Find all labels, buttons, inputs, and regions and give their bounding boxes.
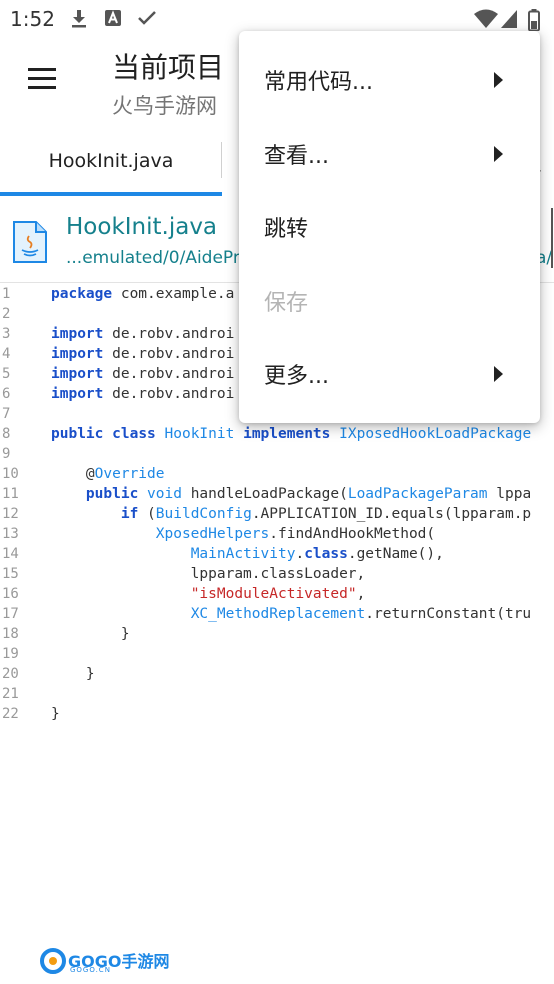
line-number: 4	[2, 346, 11, 362]
wifi-icon	[474, 9, 498, 28]
menu-item-save: 保存	[239, 265, 540, 337]
code-text: import de.robv.androi	[51, 366, 235, 382]
line-number: 15	[2, 566, 19, 582]
line-number: 19	[2, 646, 19, 662]
line-number: 6	[2, 386, 11, 402]
code-text: if (BuildConfig.APPLICATION_ID.equals(lp…	[120, 506, 532, 522]
tab-indicator	[0, 192, 222, 196]
line-number: 2	[2, 306, 11, 322]
line-number: 16	[2, 586, 19, 602]
submenu-arrow-icon	[494, 366, 503, 382]
overflow-popup-menu: 常用代码... 查看... 跳转 保存 更多...	[239, 31, 540, 423]
watermark-subtext: GOGO.CN	[70, 966, 111, 974]
line-number: 22	[2, 706, 19, 722]
line-number: 1	[2, 286, 11, 302]
download-icon	[72, 10, 86, 28]
code-text: }	[51, 666, 95, 682]
line-number: 10	[2, 466, 19, 482]
code-text: MainActivity.class.getName(),	[190, 546, 444, 562]
signal-icon	[501, 10, 517, 28]
battery-icon	[528, 9, 540, 31]
code-text: @Override	[51, 466, 165, 482]
submenu-arrow-icon	[494, 72, 503, 88]
line-number: 14	[2, 546, 19, 562]
line-number: 21	[2, 686, 19, 702]
line-number: 5	[2, 366, 11, 382]
menu-item-view[interactable]: 查看...	[239, 118, 540, 190]
line-number: 12	[2, 506, 19, 522]
submenu-arrow-icon	[494, 146, 503, 162]
file-name: HookInit.java	[66, 214, 218, 240]
code-text: "isModuleActivated",	[190, 586, 366, 602]
line-number: 3	[2, 326, 11, 342]
page-subtitle: 火鸟手游网	[112, 94, 217, 118]
menu-item-label: 跳转	[264, 217, 309, 242]
menu-item-label: 查看...	[264, 144, 329, 169]
a-icon	[105, 10, 121, 26]
menu-item-label: 保存	[264, 291, 309, 316]
java-file-icon	[13, 221, 47, 263]
line-number: 13	[2, 526, 19, 542]
hamburger-menu-icon[interactable]	[26, 68, 60, 92]
line-number: 8	[2, 426, 11, 442]
code-text: import de.robv.androi	[51, 326, 235, 342]
code-text: }	[51, 706, 60, 722]
line-number: 18	[2, 626, 19, 642]
code-text: XC_MethodReplacement.returnConstant(tru	[190, 606, 532, 622]
tab-divider	[221, 142, 222, 178]
check-icon	[138, 11, 156, 25]
menu-item-label: 常用代码...	[264, 70, 373, 95]
code-text: XposedHelpers.findAndHookMethod(	[155, 526, 436, 542]
line-number: 20	[2, 666, 19, 682]
logo-icon	[40, 948, 66, 974]
code-text: import de.robv.androi	[51, 346, 235, 362]
menu-item-label: 更多...	[264, 364, 329, 389]
menu-item-common-code[interactable]: 常用代码...	[239, 44, 540, 116]
line-number: 11	[2, 486, 19, 502]
line-number: 17	[2, 606, 19, 622]
menu-item-goto[interactable]: 跳转	[239, 191, 540, 263]
edge-divider	[551, 208, 553, 268]
line-number: 9	[2, 446, 11, 462]
watermark-logo: GOGO手游网 GOGO.CN	[40, 946, 169, 978]
code-text: public void handleLoadPackage(LoadPackag…	[85, 486, 532, 502]
tab-hookinit[interactable]: HookInit.java	[0, 138, 222, 196]
code-text: public class HookInit implements IXposed…	[51, 426, 532, 442]
code-text: package com.example.a	[51, 286, 235, 302]
menu-item-more[interactable]: 更多...	[239, 338, 540, 410]
code-text: lpparam.classLoader,	[51, 566, 366, 582]
line-number: 7	[2, 406, 11, 422]
status-time: 1:52	[10, 7, 55, 31]
code-text: }	[51, 626, 130, 642]
page-title: 当前项目	[112, 51, 225, 84]
